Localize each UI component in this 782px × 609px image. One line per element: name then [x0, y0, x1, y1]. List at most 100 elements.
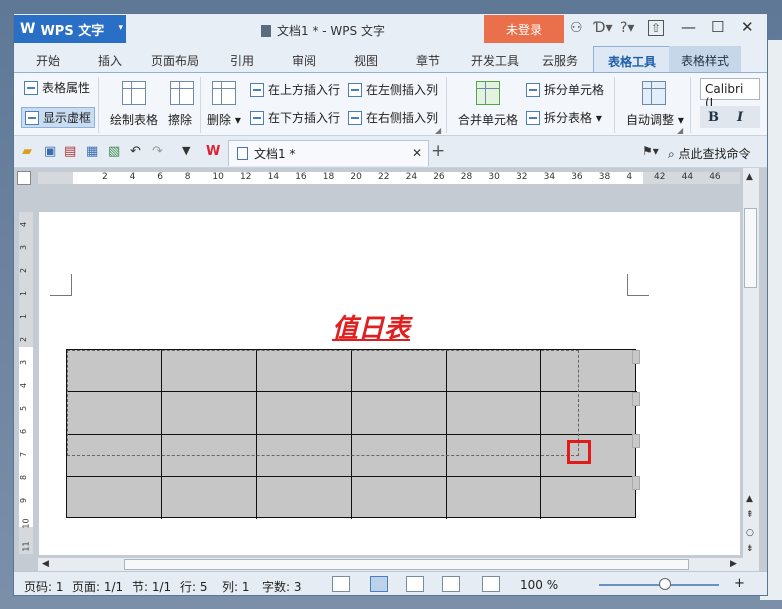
zoom-slider-knob[interactable] — [659, 578, 671, 590]
fullscreen-icon[interactable]: ⇧ — [648, 20, 665, 36]
split-cells-button[interactable]: 拆分单元格 — [526, 81, 604, 98]
tab-references[interactable]: 引用 — [230, 52, 254, 69]
ruler-tick-label: 4 — [626, 172, 633, 182]
tab-cloud[interactable]: 云服务 — [542, 52, 578, 69]
full-screen-view-icon[interactable] — [332, 576, 350, 592]
tab-table-tools[interactable]: 表格工具 — [593, 46, 672, 72]
save-icon[interactable]: ▣ — [44, 144, 56, 159]
tab-home[interactable]: 开始 — [36, 52, 60, 69]
document-page[interactable]: 值日表 — [39, 212, 740, 555]
select-browse-object-icon[interactable]: ○ — [746, 528, 754, 538]
table-properties-button[interactable]: 表格属性 — [24, 79, 90, 96]
insert-column-left-button[interactable]: 在左侧插入列 — [348, 81, 438, 98]
document-tab[interactable]: 文档1 * ✕ — [228, 140, 429, 166]
app-window: W WPS 文字 ▾ 文档1 * - WPS 文字 未登录 ⚇ Ɗ▾ ?▾ ⇧ … — [13, 13, 768, 596]
delete-button[interactable]: 删除 ▾ — [207, 111, 241, 128]
close-tab-icon[interactable]: ✕ — [412, 146, 422, 160]
auto-fit-icon[interactable] — [642, 81, 666, 105]
bold-button[interactable]: B — [708, 110, 719, 125]
login-button[interactable]: 未登录 — [484, 15, 564, 43]
horizontal-scrollbar[interactable]: ◀ ▶ — [38, 558, 743, 571]
minimize-icon[interactable]: — — [681, 18, 696, 36]
tab-page-layout[interactable]: 页面布局 — [151, 52, 199, 69]
eraser-icon[interactable] — [170, 81, 194, 105]
page-view-icon[interactable] — [370, 576, 388, 592]
vertical-ruler[interactable]: 4 3 2 1 1 2 3 4 5 6 7 8 9 10 11 — [19, 212, 33, 554]
print-icon[interactable]: ▦ — [86, 144, 98, 159]
tab-view[interactable]: 视图 — [354, 52, 378, 69]
insert-row-above-button[interactable]: 在上方插入行 — [250, 81, 340, 98]
tab-insert[interactable]: 插入 — [98, 52, 122, 69]
ruler-tick-label: 6 — [157, 172, 163, 182]
horizontal-ruler[interactable]: 2 4 6 8 10 12 14 16 18 20 22 24 26 28 30 32 34 36 38 4 42 44 4… — [38, 172, 740, 184]
insert-column-right-icon — [348, 110, 362, 125]
status-word-count[interactable]: 字数: 3 — [262, 578, 302, 595]
open-folder-icon[interactable]: ▰ — [22, 144, 32, 159]
export-pdf-icon[interactable]: ▤ — [64, 144, 76, 159]
ribbon: 表格属性 显示虚框 绘制表格 擦除 删除 ▾ 在上方插入行 在下方插入行 在左侧… — [14, 72, 767, 136]
new-tab-icon[interactable]: + — [431, 141, 445, 161]
merge-cells-icon[interactable] — [476, 81, 500, 105]
scroll-left-icon[interactable]: ◀ — [42, 559, 49, 569]
undo-icon[interactable]: ↶ — [130, 144, 141, 159]
table-title[interactable]: 值日表 — [332, 308, 410, 345]
customize-toolbar-icon[interactable]: ▼ — [182, 144, 190, 157]
show-gridlines-button[interactable]: 显示虚框 — [21, 107, 96, 128]
dialog-launcher-icon[interactable]: ◢ — [677, 126, 683, 135]
erase-button[interactable]: 擦除 — [168, 111, 192, 128]
vertical-scroll-thumb[interactable] — [744, 208, 757, 288]
split-cells-icon — [526, 82, 540, 97]
ruler-tick-label: 14 — [267, 172, 280, 182]
web-view-icon[interactable] — [442, 576, 460, 592]
tab-stop-selector[interactable] — [17, 171, 31, 185]
ruler-tick-label: 2 — [19, 336, 29, 343]
ruler-tick-label: 26 — [433, 172, 445, 182]
duty-table[interactable] — [66, 349, 637, 519]
maximize-icon[interactable]: ☐ — [711, 18, 724, 36]
wps-logo-icon: W — [20, 21, 36, 37]
pin-icon[interactable]: ⚑▾ — [642, 144, 659, 158]
insert-row-below-button[interactable]: 在下方插入行 — [250, 109, 340, 126]
print-preview-icon[interactable]: ▧ — [108, 144, 120, 159]
previous-object-icon[interactable]: ⇞ — [746, 510, 754, 520]
split-table-button[interactable]: 拆分表格 ▾ — [526, 109, 602, 126]
tab-table-style[interactable]: 表格样式 — [669, 46, 742, 72]
draw-table-button[interactable]: 绘制表格 — [110, 111, 158, 128]
zoom-in-icon[interactable]: + — [734, 576, 745, 591]
redo-icon[interactable]: ↷ — [152, 144, 163, 159]
merge-cells-button[interactable]: 合并单元格 — [458, 111, 518, 128]
auto-fit-button[interactable]: 自动调整 ▾ — [626, 111, 684, 128]
previous-page-icon[interactable]: ▲ — [746, 494, 753, 504]
row-end-marker — [632, 434, 640, 448]
document-workspace: 2 4 6 8 10 12 14 16 18 20 22 24 26 28 30 32 34 36 38 4 42 44 4… — [14, 168, 767, 571]
next-object-icon[interactable]: ⇟ — [746, 544, 754, 554]
eye-protection-icon[interactable] — [482, 576, 500, 592]
ruler-tick-label: 10 — [21, 518, 31, 529]
feedback-icon[interactable]: Ɗ▾ — [594, 20, 613, 36]
wps-home-icon[interactable]: W — [206, 144, 220, 159]
font-name-select[interactable]: Calibri (I — [700, 78, 760, 110]
tab-review[interactable]: 审阅 — [292, 52, 316, 69]
horizontal-scroll-thumb[interactable] — [124, 559, 689, 570]
tab-developer[interactable]: 开发工具 — [471, 52, 519, 69]
italic-button[interactable]: I — [737, 110, 743, 125]
tab-section[interactable]: 章节 — [416, 52, 440, 69]
vertical-scrollbar[interactable]: ▲ ▲ ⇞ ○ ⇟ — [743, 168, 759, 571]
ruler-tick-label: 9 — [19, 497, 29, 504]
outline-view-icon[interactable] — [406, 576, 424, 592]
search-icon: ⌕ — [668, 147, 679, 161]
zoom-level[interactable]: 100 % — [520, 578, 558, 592]
app-menu-button[interactable]: W WPS 文字 ▾ — [14, 15, 126, 43]
draw-table-icon[interactable] — [122, 81, 146, 105]
delete-icon[interactable] — [212, 81, 236, 105]
command-search[interactable]: ⌕ 点此查找命令 — [668, 145, 751, 162]
insert-column-right-button[interactable]: 在右侧插入列 — [348, 109, 438, 126]
ruler-tick-label: 20 — [350, 172, 362, 182]
help-icon[interactable]: ?▾ — [620, 20, 634, 36]
skin-icon[interactable]: ⚇ — [570, 20, 583, 36]
scroll-up-icon[interactable]: ▲ — [746, 172, 753, 182]
ruler-tick-label: 30 — [488, 172, 500, 182]
close-icon[interactable]: ✕ — [741, 18, 754, 36]
scroll-right-icon[interactable]: ▶ — [730, 559, 737, 569]
dialog-launcher-icon[interactable]: ◢ — [435, 126, 441, 135]
